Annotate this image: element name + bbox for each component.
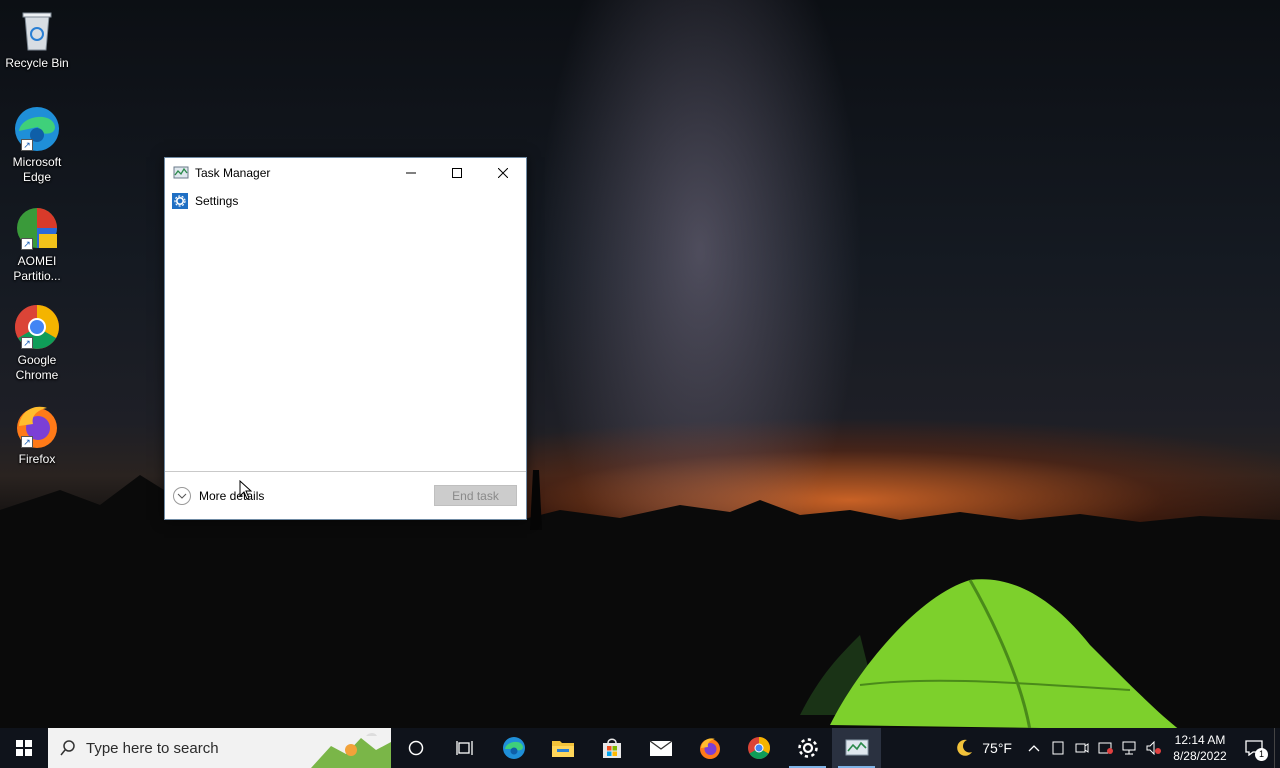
search-placeholder: Type here to search <box>86 739 219 757</box>
aomei-icon: ↗ <box>13 204 61 252</box>
desktop-icon-label: AOMEI Partitio... <box>13 254 61 283</box>
security-alert-icon <box>1098 742 1113 754</box>
minimize-icon <box>406 172 416 174</box>
desktop-icon-label: Firefox <box>18 452 56 466</box>
firefox-icon: ↗ <box>13 402 61 450</box>
taskbar-file-explorer-button[interactable] <box>538 728 587 768</box>
tray-app-button[interactable] <box>1046 728 1070 768</box>
action-center-button[interactable]: 1 <box>1234 728 1274 768</box>
search-highlight-art <box>311 733 391 768</box>
taskbar: Type here to search 75°F 12:14 AM 8/28/2… <box>0 728 1280 768</box>
title-bar[interactable]: Task Manager <box>165 158 526 188</box>
weather-temperature: 75°F <box>982 740 1012 756</box>
search-icon <box>60 740 75 756</box>
recycle-bin-icon <box>13 6 61 54</box>
desktop-icon-aomei[interactable]: ↗ AOMEI Partitio... <box>2 204 72 284</box>
tray-security-button[interactable] <box>1094 728 1118 768</box>
mail-icon <box>649 740 672 756</box>
tray-camera-button[interactable] <box>1070 728 1094 768</box>
moon-icon <box>957 739 973 756</box>
tablet-icon <box>1052 741 1064 755</box>
clock-time: 12:14 AM <box>1174 733 1226 747</box>
wallpaper-tent <box>800 579 1180 731</box>
file-explorer-icon <box>551 741 574 757</box>
taskbar-task-manager-button[interactable] <box>832 728 881 768</box>
chrome-icon: ↗ <box>13 303 61 351</box>
more-details-label: More details <box>199 488 265 503</box>
webcam-icon <box>1075 743 1089 753</box>
app-row-label: Settings <box>195 194 239 208</box>
close-icon <box>498 168 508 178</box>
taskbar-edge-button[interactable] <box>489 728 538 768</box>
mouse-cursor-icon <box>239 480 253 500</box>
shortcut-arrow-icon: ↗ <box>21 436 33 448</box>
volume-button[interactable] <box>1142 728 1166 768</box>
microsoft-store-icon <box>602 738 621 758</box>
search-box[interactable]: Type here to search <box>48 728 391 768</box>
desktop-icon-label: Recycle Bin <box>5 56 69 70</box>
shortcut-arrow-icon: ↗ <box>21 139 33 151</box>
taskbar-settings-button[interactable] <box>783 728 832 768</box>
firefox-icon <box>699 738 720 759</box>
taskbar-firefox-button[interactable] <box>685 728 734 768</box>
desktop-icon-recycle-bin[interactable]: Recycle Bin <box>2 6 72 71</box>
taskbar-mail-button[interactable] <box>636 728 685 768</box>
maximize-icon <box>452 168 462 178</box>
task-manager-icon <box>845 739 868 756</box>
weather-widget[interactable]: 75°F <box>954 738 1012 758</box>
notification-count-badge: 1 <box>1255 748 1268 761</box>
desktop-icon-edge[interactable]: ↗ Microsoft Edge <box>2 105 72 185</box>
taskbar-chrome-button[interactable] <box>734 728 783 768</box>
end-task-button[interactable]: End task <box>434 485 517 506</box>
chrome-icon <box>747 737 770 759</box>
desktop-icon-label: Microsoft Edge <box>12 155 62 184</box>
windows-logo-icon <box>16 740 32 756</box>
system-tray: 75°F 12:14 AM 8/28/2022 1 <box>954 728 1280 768</box>
taskbar-store-button[interactable] <box>587 728 636 768</box>
show-hidden-icons-button[interactable] <box>1022 728 1046 768</box>
settings-gear-icon <box>172 193 188 209</box>
chevron-up-icon <box>1028 745 1040 752</box>
network-button[interactable] <box>1118 728 1142 768</box>
desktop-icon-label: Google Chrome <box>15 353 59 382</box>
footer: More details End task <box>165 471 526 519</box>
desktop-icon-firefox[interactable]: ↗ Firefox <box>2 402 72 467</box>
clock-date: 8/28/2022 <box>1173 749 1227 763</box>
task-view-button[interactable] <box>440 728 489 768</box>
task-manager-window: Task Manager Settings More details End t… <box>164 157 527 520</box>
cortana-icon <box>408 740 423 756</box>
desktop-icon-chrome[interactable]: ↗ Google Chrome <box>2 303 72 383</box>
start-button[interactable] <box>0 728 48 768</box>
minimize-button[interactable] <box>388 158 434 188</box>
task-view-icon <box>455 741 473 755</box>
close-button[interactable] <box>480 158 526 188</box>
settings-icon <box>797 738 818 758</box>
shortcut-arrow-icon: ↗ <box>21 238 33 250</box>
window-title: Task Manager <box>195 166 271 180</box>
shortcut-arrow-icon: ↗ <box>21 337 33 349</box>
app-row-settings[interactable]: Settings <box>165 188 526 214</box>
volume-muted-icon <box>1146 741 1161 755</box>
edge-icon: ↗ <box>13 105 61 153</box>
show-desktop-button[interactable] <box>1274 728 1280 768</box>
network-icon <box>1122 741 1136 755</box>
cortana-button[interactable] <box>391 728 440 768</box>
edge-icon <box>502 737 525 759</box>
clock[interactable]: 12:14 AM 8/28/2022 <box>1166 732 1234 764</box>
chevron-down-icon <box>173 486 191 505</box>
task-manager-icon <box>173 166 189 179</box>
maximize-button[interactable] <box>434 158 480 188</box>
